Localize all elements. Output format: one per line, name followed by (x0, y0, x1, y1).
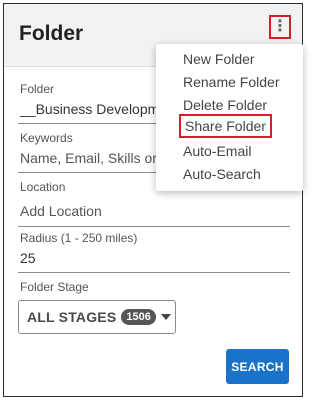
vertical-ellipsis-icon: ⋮ (272, 18, 288, 35)
location-underline (18, 226, 290, 227)
page-title: Folder (19, 22, 84, 45)
keywords-label: Keywords (20, 131, 73, 145)
caret-down-icon (160, 314, 171, 320)
radius-underline (18, 272, 290, 273)
stage-selected-value: ALL STAGES (27, 309, 117, 325)
search-button[interactable]: SEARCH (226, 349, 289, 384)
radius-label: Radius (1 - 250 miles) (20, 231, 138, 245)
menu-item-new-folder[interactable]: New Folder (183, 51, 255, 67)
folder-options-menu: New Folder Rename Folder Delete Folder S… (156, 44, 303, 191)
menu-item-rename-folder[interactable]: Rename Folder (183, 74, 280, 90)
keywords-input[interactable]: Name, Email, Skills or C (20, 150, 160, 166)
location-label: Location (20, 180, 66, 194)
folder-stage-dropdown[interactable]: ALL STAGES 1506 (18, 300, 176, 334)
menu-item-delete-folder[interactable]: Delete Folder (183, 97, 267, 113)
folder-panel: Folder ⋮ Folder __Business Development K… (3, 3, 303, 397)
menu-item-auto-search[interactable]: Auto-Search (183, 166, 261, 182)
location-input[interactable]: Add Location (20, 203, 102, 219)
radius-input[interactable]: 25 (20, 250, 36, 266)
menu-item-share-folder[interactable]: Share Folder (179, 114, 272, 138)
folder-stage-label: Folder Stage (20, 280, 89, 294)
menu-item-auto-email[interactable]: Auto-Email (183, 143, 251, 159)
folder-field[interactable]: __Business Development (20, 101, 160, 117)
more-options-button[interactable]: ⋮ (269, 15, 291, 39)
stage-count-badge: 1506 (121, 309, 156, 325)
folder-label: Folder (20, 82, 55, 96)
